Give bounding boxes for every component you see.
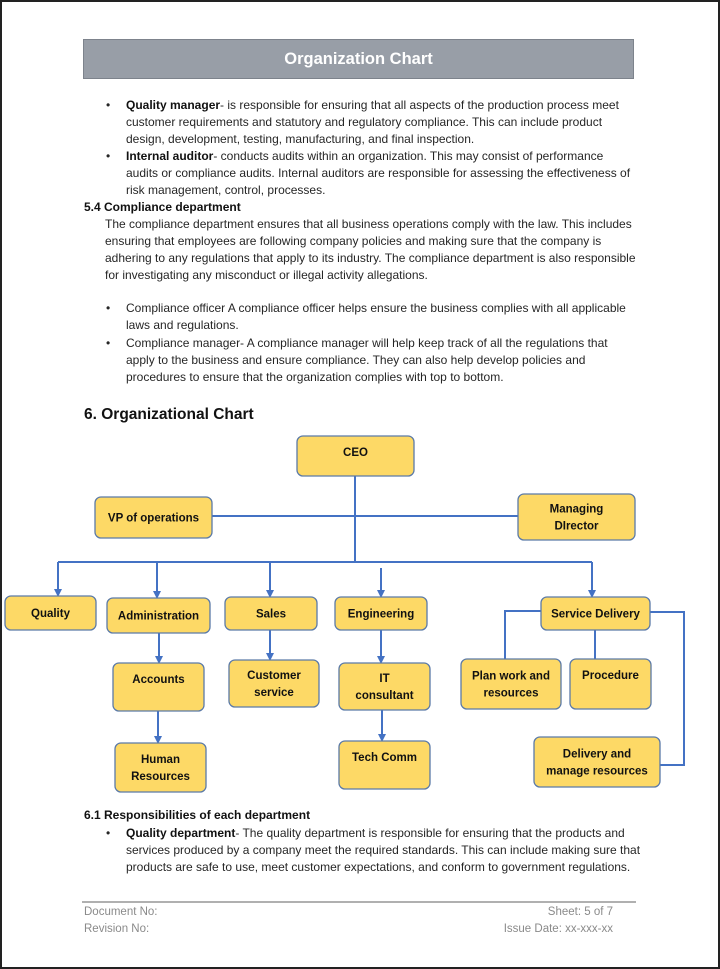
document-number-label: Document No:: [84, 906, 158, 918]
header-banner: Organization Chart: [83, 39, 634, 79]
section-heading-compliance: 5.4 Compliance department: [84, 200, 241, 214]
list-item: Compliance officer A compliance officer …: [106, 300, 636, 334]
org-node-admin: Administration: [106, 597, 211, 634]
org-node-label: Resources: [131, 771, 190, 783]
org-node-label: service: [254, 687, 294, 699]
org-node-quality: Quality: [4, 595, 97, 631]
section-heading-org-chart: 6. Organizational Chart: [84, 406, 254, 423]
compliance-bullet-list: Compliance officer A compliance officer …: [106, 300, 636, 386]
list-item: Compliance manager- A compliance manager…: [106, 335, 636, 386]
org-node-label: Sales: [256, 609, 286, 621]
org-node-box: [460, 658, 562, 710]
bullet-term: Quality manager: [126, 98, 221, 112]
org-node-md: Managing DIrector: [517, 493, 636, 541]
org-node-hr: Human Resources: [114, 742, 207, 793]
org-node-label: Procedure: [582, 670, 639, 682]
org-node-tc: Tech Comm: [338, 740, 431, 790]
org-node-box: [228, 659, 320, 708]
list-item: Quality department- The quality departme…: [106, 825, 646, 876]
responsibilities-bullet-list: Quality department- The quality departme…: [106, 825, 646, 876]
section-heading-responsibilities: 6.1 Responsibilities of each department: [84, 808, 311, 822]
bullet-term: Internal auditor: [126, 149, 214, 163]
revision-number-label: Revision No:: [84, 923, 150, 935]
footer-left: Document No: Revision No:: [84, 904, 158, 938]
org-node-label: manage resources: [546, 766, 648, 778]
page-title: Organization Chart: [284, 49, 433, 68]
org-node-label: DIrector: [554, 521, 599, 533]
org-node-proc: Procedure: [569, 658, 652, 710]
org-node-ceo: CEO: [296, 435, 415, 477]
org-node-it: IT consultant: [338, 662, 431, 711]
org-node-box: [114, 742, 207, 793]
org-node-accounts: Accounts: [112, 662, 205, 712]
org-node-label: Service Delivery: [551, 609, 640, 621]
org-node-label: Administration: [118, 611, 199, 623]
org-node-label: resources: [484, 688, 539, 700]
org-node-sd: Service Delivery: [540, 596, 651, 631]
org-node-label: Delivery and: [563, 749, 631, 761]
org-node-box: [338, 662, 431, 711]
list-item: Internal auditor- conducts audits within…: [106, 148, 636, 199]
org-node-label: Human: [141, 754, 180, 766]
bullet-term: Quality department: [126, 826, 236, 840]
org-node-label: Plan work and: [472, 671, 550, 683]
org-node-plan: Plan work and resources: [460, 658, 562, 710]
compliance-paragraph: The compliance department ensures that a…: [105, 217, 636, 282]
org-node-label: CEO: [343, 447, 368, 459]
org-node-label: Tech Comm: [352, 752, 417, 764]
footer-right: Sheet: 5 of 7 Issue Date: xx-xxx-xx: [480, 904, 613, 938]
org-node-label: Accounts: [132, 674, 184, 686]
org-node-label: Customer: [247, 670, 301, 682]
org-node-label: Engineering: [348, 609, 414, 621]
org-node-label: Quality: [31, 608, 71, 620]
sheet-number: Sheet: 5 of 7: [547, 906, 613, 918]
org-node-box: [533, 736, 661, 788]
footer-divider: [82, 901, 636, 903]
org-node-vp: VP of operations: [94, 496, 213, 539]
org-node-box: [338, 740, 431, 790]
connector-sd-plan: [504, 610, 541, 659]
org-node-label: VP of operations: [108, 513, 199, 525]
role-bullet-list: Quality manager- is responsible for ensu…: [106, 97, 636, 199]
list-item: Quality manager- is responsible for ensu…: [106, 97, 636, 148]
org-node-label: Managing: [550, 504, 604, 516]
org-node-box: [517, 493, 636, 541]
org-node-cs: Customer service: [228, 659, 320, 708]
org-node-sales: Sales: [224, 596, 318, 631]
org-node-eng: Engineering: [334, 596, 428, 631]
org-node-box: [112, 662, 205, 712]
org-node-deliv: Delivery and manage resources: [533, 736, 661, 788]
org-node-label: consultant: [355, 690, 413, 702]
issue-date: Issue Date: xx-xxx-xx: [503, 923, 613, 935]
org-node-box: [569, 658, 652, 710]
org-chart: CEO VP of operations Managing DIrector Quali…: [4, 435, 685, 793]
org-node-label: IT: [379, 673, 389, 685]
